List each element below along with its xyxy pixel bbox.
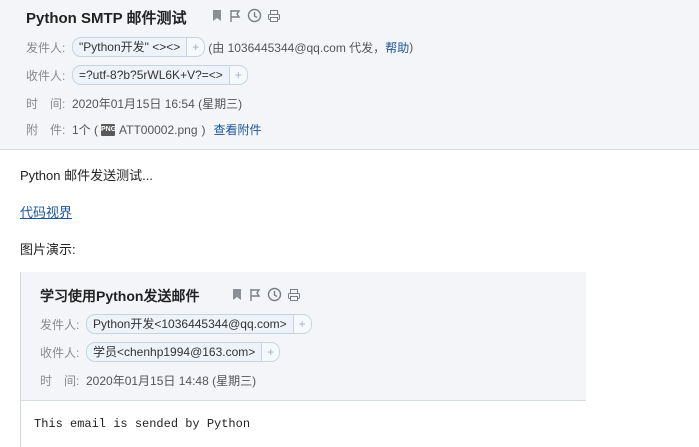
time-label: 时 间: [26,97,66,111]
time-value: 2020年01月15日 16:54 (星期三) [72,97,243,111]
mail-header: Python SMTP 邮件测试 发件人: "Python开发" <><> + … [0,0,699,150]
quoted-subject: 学习使用Python发送邮件 [40,288,200,304]
from-chip-text: "Python开发" <><> [79,40,181,54]
quoted-header: 学习使用Python发送邮件 发件人: Python开发<1036445344@… [21,272,586,401]
plus-icon[interactable]: + [292,315,311,333]
clock-icon[interactable] [267,287,282,307]
plus-icon[interactable]: + [186,38,205,56]
quoted-mail: 学习使用Python发送邮件 发件人: Python开发<1036445344@… [20,272,586,447]
view-attachment-link[interactable]: 查看附件 [214,121,262,138]
image-demo-label: 图片演示: [20,242,76,257]
from-label: 发件人: [26,40,66,55]
quoted-content: This email is sended by Python [34,417,251,431]
mail-subject: Python SMTP 邮件测试 [26,10,187,27]
quoted-to-row: 收件人: 学员<chenhp1994@163.com> + [40,342,281,362]
bookmark-icon[interactable] [231,288,243,306]
print-icon[interactable] [287,288,301,307]
to-row: 收件人: =?utf-8?b?5rWL6K+V?=<> + [26,65,248,85]
quoted-from-chip-text: Python开发<1036445344@qq.com> [93,317,287,331]
quoted-to-chip[interactable]: 学员<chenhp1994@163.com> + [86,342,281,362]
body-line: Python 邮件发送测试... [20,168,153,183]
print-icon[interactable] [267,9,281,23]
quoted-time-row: 时 间: 2020年01月15日 14:48 (星期三) [40,372,256,389]
quoted-from-label: 发件人: [40,317,80,332]
to-chip[interactable]: =?utf-8?b?5rWL6K+V?=<> + [72,65,248,85]
help-link[interactable]: 帮助 [385,39,409,56]
from-row: 发件人: "Python开发" <><> + (由 1036445344@qq.… [26,37,413,57]
from-via-text: (由 1036445344@qq.com 代发， [208,40,386,55]
attach-close: ) [201,122,206,137]
quoted-actions [231,287,301,307]
quoted-to-label: 收件人: [40,345,80,360]
time-row: 时 间: 2020年01月15日 16:54 (星期三) [26,95,242,112]
attach-count: 1个 ( [72,123,99,137]
from-chip[interactable]: "Python开发" <><> + [72,37,206,57]
to-chip-text: =?utf-8?b?5rWL6K+V?=<> [79,68,223,82]
flag-icon[interactable] [248,288,262,307]
plus-icon[interactable]: + [228,66,247,84]
clock-icon[interactable] [247,8,262,23]
code-view-link[interactable]: 代码视界 [20,202,72,221]
from-via-close: ) [409,40,414,54]
bookmark-icon[interactable] [211,9,223,22]
attach-label: 附 件: [26,123,66,137]
plus-icon[interactable]: + [261,343,280,361]
attach-row: 附 件: 1个 ( PNG ATT00002.png ) 查看附件 [26,121,262,138]
quoted-to-chip-text: 学员<chenhp1994@163.com> [93,345,256,359]
quoted-from-chip[interactable]: Python开发<1036445344@qq.com> + [86,314,312,334]
attach-filename[interactable]: ATT00002.png [119,123,198,137]
to-label: 收件人: [26,68,66,83]
quoted-from-row: 发件人: Python开发<1036445344@qq.com> + [40,314,312,334]
flag-icon[interactable] [228,9,242,23]
png-file-icon: PNG [101,123,116,136]
quoted-time-label: 时 间: [40,374,80,388]
mail-actions [211,8,281,23]
quoted-time-value: 2020年01月15日 14:48 (星期三) [86,374,257,388]
